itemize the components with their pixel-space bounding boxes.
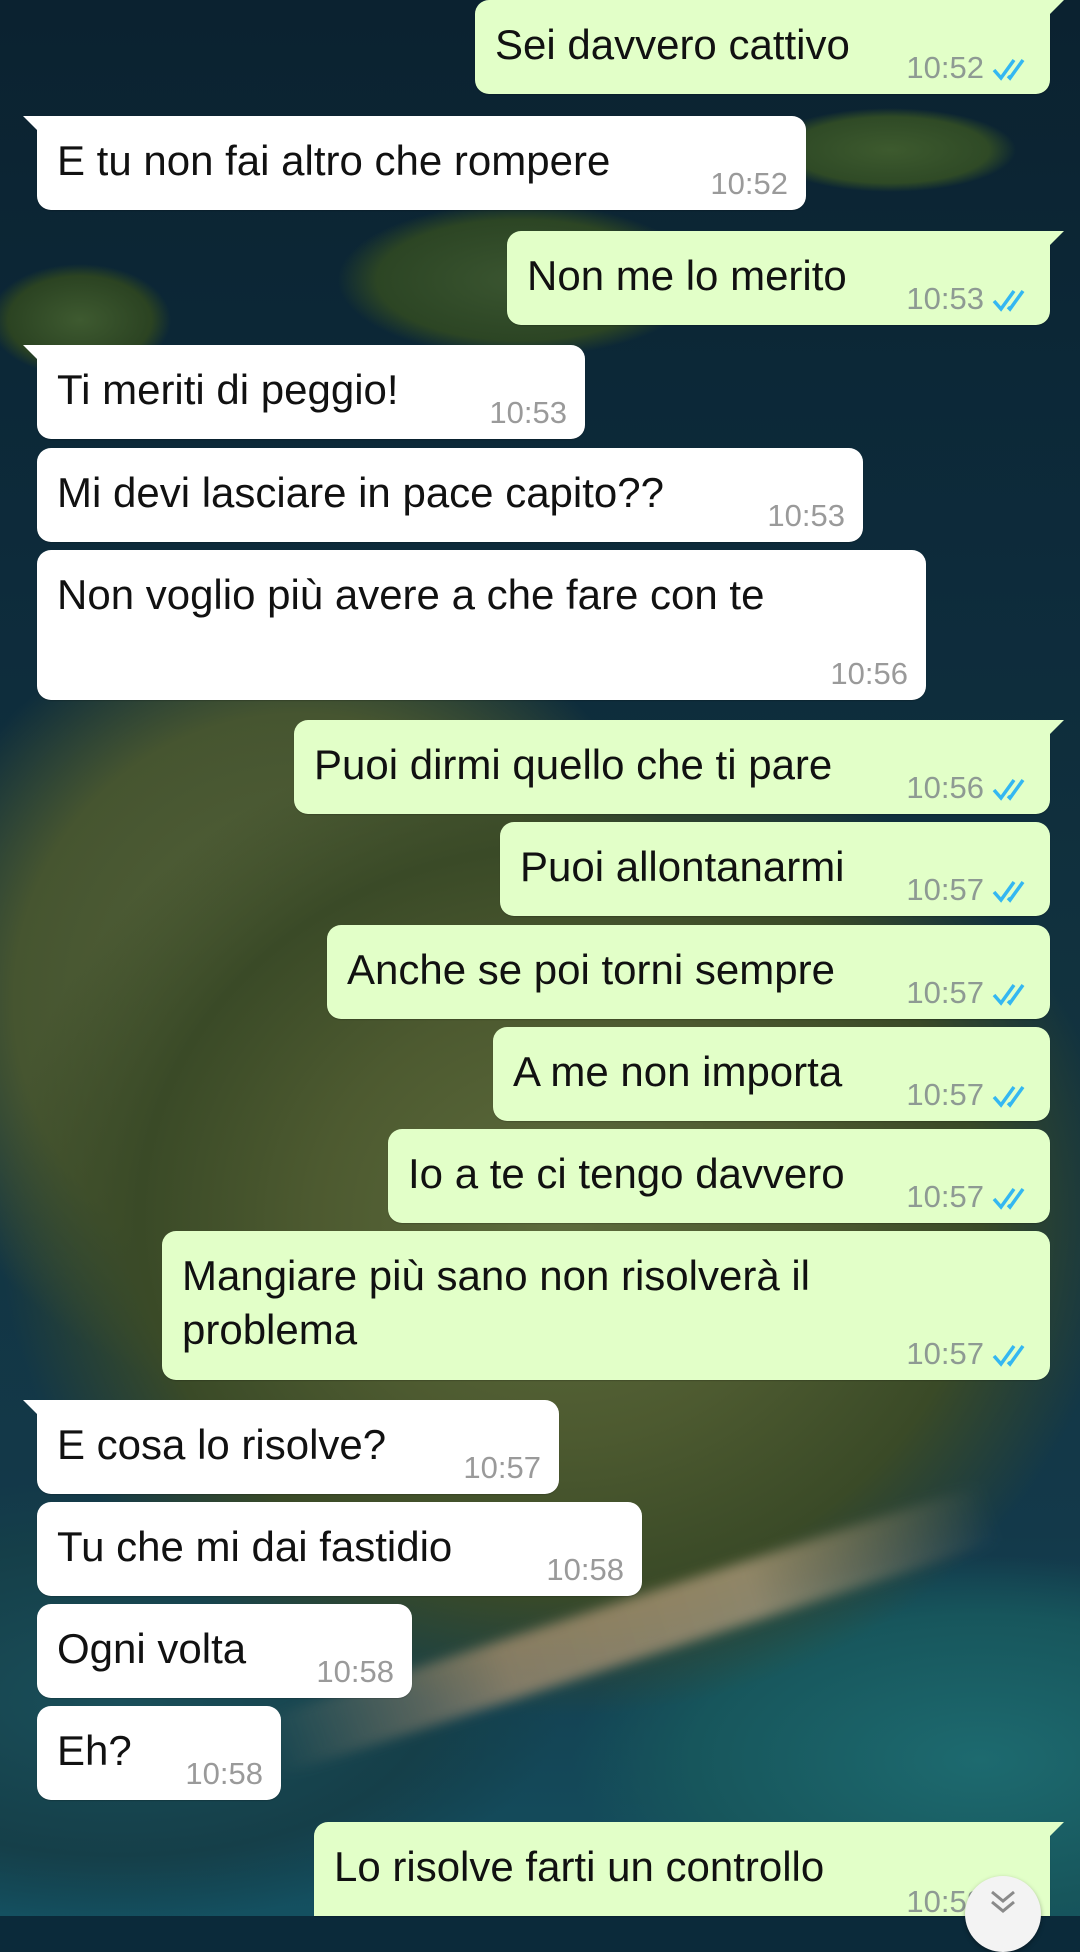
message-text: Mi devi lasciare in pace capito??: [57, 469, 664, 516]
message-outgoing[interactable]: Sei davvero cattivo 10:52: [475, 0, 1064, 94]
read-receipt-icon: [992, 1085, 1025, 1108]
message-time: 10:57: [906, 1179, 984, 1214]
message-time: 10:58: [185, 1756, 263, 1791]
message-text: E cosa lo risolve?: [57, 1421, 387, 1468]
message-time: 10:57: [906, 975, 984, 1010]
message-time: 10:57: [906, 872, 984, 907]
message-incoming[interactable]: E tu non fai altro che rompere 10:52: [23, 116, 806, 210]
read-receipt-icon: [992, 778, 1025, 801]
read-receipt-icon: [992, 1187, 1025, 1210]
read-receipt-icon: [992, 880, 1025, 903]
message-incoming[interactable]: E cosa lo risolve? 10:57: [23, 1400, 559, 1494]
message-time: 10:52: [906, 50, 984, 85]
read-receipt-icon: [992, 58, 1025, 81]
message-outgoing[interactable]: Puoi allontanarmi 10:57: [500, 822, 1050, 916]
read-receipt-icon: [992, 289, 1025, 312]
double-chevron-down-icon: [991, 1890, 1015, 1913]
message-time: 10:56: [906, 770, 984, 805]
message-time: 10:58: [546, 1552, 624, 1587]
message-outgoing[interactable]: Non me lo merito 10:53: [507, 231, 1064, 325]
message-text: Non me lo merito: [527, 252, 847, 299]
message-text: Eh?: [57, 1727, 132, 1774]
message-incoming[interactable]: Non voglio più avere a che fare con te 1…: [37, 550, 926, 700]
message-time: 10:58: [316, 1654, 394, 1689]
message-outgoing[interactable]: Mangiare più sano non risolverà il probl…: [162, 1231, 1050, 1380]
message-text: Ogni volta: [57, 1625, 247, 1672]
message-incoming[interactable]: Ti meriti di peggio! 10:53: [23, 345, 585, 439]
message-text: Anche se poi torni sempre: [347, 946, 835, 993]
message-outgoing[interactable]: Io a te ci tengo davvero 10:57: [388, 1129, 1050, 1223]
message-incoming[interactable]: Mi devi lasciare in pace capito?? 10:53: [37, 448, 863, 542]
message-text: Non voglio più avere a che fare con te: [57, 571, 765, 618]
message-list[interactable]: Sei davvero cattivo 10:52 E tu non fai a…: [0, 0, 1080, 1952]
message-time: 10:53: [906, 281, 984, 316]
message-text: Io a te ci tengo davvero: [408, 1150, 845, 1197]
message-text: Sei davvero cattivo: [495, 21, 850, 68]
message-incoming[interactable]: Eh? 10:58: [37, 1706, 281, 1800]
message-text: Mangiare più sano non risolverà il probl…: [182, 1252, 811, 1353]
message-incoming[interactable]: Tu che mi dai fastidio 10:58: [37, 1502, 642, 1596]
message-outgoing[interactable]: Anche se poi torni sempre 10:57: [327, 925, 1050, 1019]
message-time: 10:52: [710, 166, 788, 201]
message-text: Puoi allontanarmi: [520, 843, 845, 890]
message-text: Tu che mi dai fastidio: [57, 1523, 453, 1570]
read-receipt-icon: [992, 983, 1025, 1006]
message-outgoing[interactable]: A me non importa 10:57: [493, 1027, 1050, 1121]
message-text: Ti meriti di peggio!: [57, 366, 399, 413]
message-text: A me non importa: [513, 1048, 843, 1095]
read-receipt-icon: [992, 1344, 1025, 1367]
message-text: Puoi dirmi quello che ti pare: [314, 741, 833, 788]
message-text: E tu non fai altro che rompere: [57, 137, 611, 184]
message-time: 10:53: [489, 395, 567, 430]
message-incoming[interactable]: Ogni volta 10:58: [37, 1604, 412, 1698]
message-time: 10:57: [906, 1336, 984, 1371]
message-text: Lo risolve farti un controllo: [334, 1843, 825, 1890]
message-outgoing[interactable]: Puoi dirmi quello che ti pare 10:56: [294, 720, 1064, 814]
message-time: 10:56: [830, 656, 908, 691]
message-time: 10:57: [906, 1077, 984, 1112]
scroll-to-bottom-button[interactable]: [965, 1876, 1041, 1952]
message-time: 10:53: [767, 498, 845, 533]
message-time: 10:57: [463, 1450, 541, 1485]
message-outgoing[interactable]: Lo risolve farti un controllo 10:58: [314, 1822, 1064, 1919]
